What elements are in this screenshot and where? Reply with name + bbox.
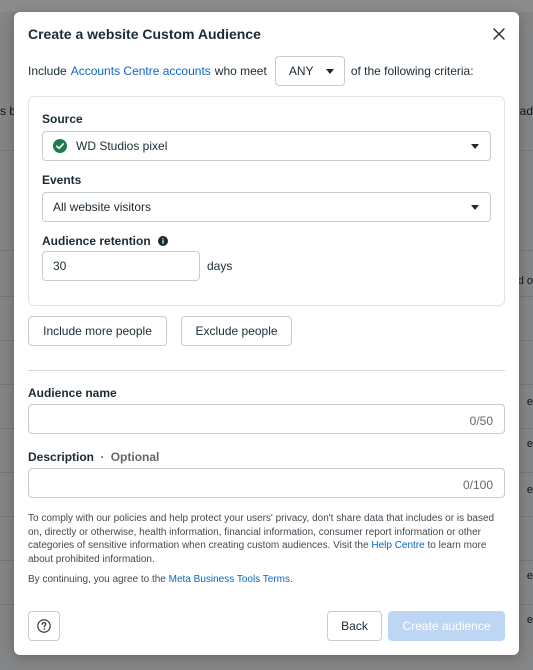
info-icon[interactable] [158, 236, 169, 246]
accounts-centre-link[interactable]: Accounts Centre accounts [71, 64, 211, 78]
chevron-down-icon [471, 144, 479, 149]
business-tools-terms-link[interactable]: Meta Business Tools Terms [169, 574, 290, 585]
match-any-value: ANY [288, 64, 314, 78]
create-audience-button[interactable]: Create audience [388, 611, 505, 641]
terms-prefix: By continuing, you agree to the [28, 574, 166, 585]
retention-label: Audience retention [42, 234, 169, 248]
section-divider [28, 370, 505, 371]
audience-name-input[interactable]: 0/50 [28, 404, 505, 434]
include-more-people-label: Include more people [43, 324, 152, 338]
help-button[interactable] [28, 611, 60, 641]
retention-label-text: Audience retention [42, 234, 151, 248]
optional-tag: Optional [110, 450, 160, 464]
audience-name-counter: 0/50 [469, 414, 493, 428]
criteria-panel: Source WD Studios pixel Events All websi… [28, 96, 505, 306]
description-label: Description · Optional [28, 450, 159, 464]
retention-days-input[interactable]: 30 [42, 251, 200, 281]
exclude-people-button[interactable]: Exclude people [181, 316, 292, 346]
close-button[interactable] [491, 26, 507, 42]
back-button-label: Back [341, 619, 368, 633]
criteria-suffix: of the following criteria: [350, 64, 474, 78]
match-any-dropdown[interactable]: ANY [274, 56, 345, 86]
description-label-text: Description [28, 450, 95, 464]
description-input[interactable]: 0/100 [28, 468, 505, 498]
retention-days-value: 30 [53, 259, 67, 273]
exclude-people-label: Exclude people [195, 324, 278, 338]
close-icon [493, 28, 505, 40]
source-dropdown[interactable]: WD Studios pixel [42, 131, 491, 161]
events-label: Events [42, 173, 82, 187]
disclaimer-text: To comply with our policies and help pro… [28, 513, 495, 551]
back-button[interactable]: Back [327, 611, 382, 641]
check-circle-icon [53, 139, 67, 153]
criteria-sentence: Include Accounts Centre accounts who mee… [28, 56, 508, 86]
help-centre-link[interactable]: Help Centre [371, 540, 424, 551]
chevron-down-icon [325, 68, 334, 74]
days-unit-label: days [207, 259, 233, 273]
events-dropdown[interactable]: All website visitors [42, 192, 491, 222]
terms-suffix: . [290, 574, 293, 585]
create-audience-label: Create audience [402, 619, 491, 633]
create-custom-audience-dialog: Create a website Custom Audience Include… [14, 12, 519, 655]
events-value: All website visitors [53, 200, 152, 214]
chevron-down-icon [471, 205, 479, 210]
criteria-middle: who meet [214, 64, 267, 78]
audience-name-label: Audience name [28, 386, 117, 400]
privacy-disclaimer: To comply with our policies and help pro… [28, 512, 506, 566]
include-more-people-button[interactable]: Include more people [28, 316, 167, 346]
question-circle-icon [37, 619, 51, 633]
source-value: WD Studios pixel [76, 139, 168, 153]
source-label: Source [42, 112, 83, 126]
dialog-title: Create a website Custom Audience [28, 26, 261, 42]
terms-notice: By continuing, you agree to the Meta Bus… [28, 574, 293, 585]
criteria-prefix: Include [28, 64, 67, 78]
label-separator: · [100, 450, 105, 464]
description-counter: 0/100 [462, 478, 493, 492]
